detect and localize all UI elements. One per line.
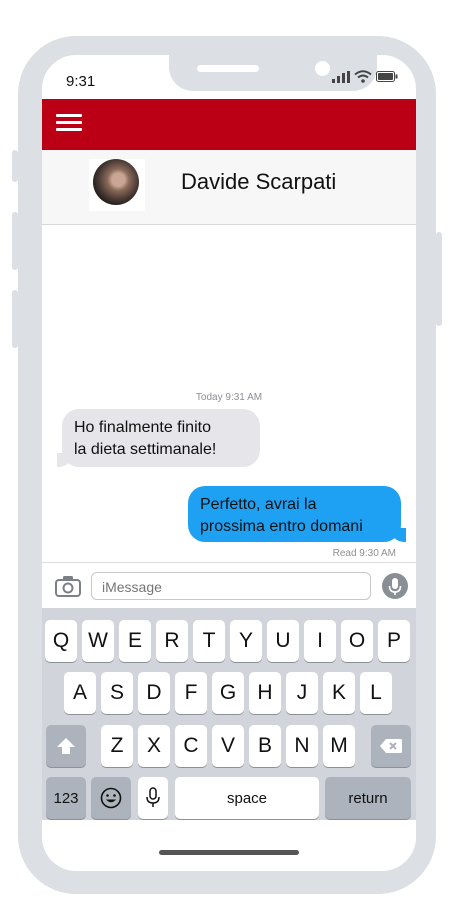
- emoji-key[interactable]: [91, 777, 131, 819]
- read-receipt: Read 9:30 AM: [332, 548, 396, 559]
- microphone-key-icon: [146, 787, 160, 807]
- contact-header: Davide Scarpati: [42, 150, 416, 225]
- power-button: [436, 232, 442, 326]
- key-v[interactable]: V: [212, 725, 244, 767]
- key-r[interactable]: R: [156, 620, 188, 662]
- backspace-icon: [380, 739, 402, 753]
- avatar[interactable]: [93, 159, 139, 205]
- outgoing-message-text: Perfetto, avrai la prossima entro domani: [200, 496, 363, 535]
- message-field[interactable]: [91, 572, 371, 600]
- battery-icon: [376, 71, 398, 82]
- key-k[interactable]: K: [323, 672, 355, 714]
- backspace-key[interactable]: [371, 725, 411, 767]
- key-h[interactable]: H: [249, 672, 281, 714]
- key-a[interactable]: A: [64, 672, 96, 714]
- numbers-key[interactable]: 123: [46, 777, 86, 819]
- dictation-key[interactable]: [138, 777, 168, 819]
- incoming-message-text: Ho finalmente finito la dieta settimanal…: [74, 419, 217, 458]
- shift-icon: [57, 738, 75, 754]
- key-u[interactable]: U: [267, 620, 299, 662]
- home-indicator: [159, 850, 299, 855]
- status-icons: [332, 70, 398, 83]
- key-j[interactable]: J: [286, 672, 318, 714]
- contact-name: Davide Scarpati: [181, 169, 337, 194]
- signal-icon: [332, 70, 350, 83]
- key-y[interactable]: Y: [230, 620, 262, 662]
- menu-icon[interactable]: [56, 114, 82, 134]
- key-p[interactable]: P: [378, 620, 410, 662]
- composer-bar: [42, 562, 416, 609]
- earpiece-speaker: [197, 65, 259, 72]
- key-g[interactable]: G: [212, 672, 244, 714]
- phone-screen: 9:31 Davide Scarpati Today 9:31 AM Ho fi…: [42, 55, 416, 871]
- key-i[interactable]: I: [304, 620, 336, 662]
- return-key[interactable]: return: [325, 777, 411, 819]
- key-w[interactable]: W: [82, 620, 114, 662]
- key-e[interactable]: E: [119, 620, 151, 662]
- thread-timestamp: Today 9:31 AM: [195, 392, 263, 403]
- front-camera: [315, 61, 330, 76]
- key-m[interactable]: M: [323, 725, 355, 767]
- status-time: 9:31: [66, 73, 96, 90]
- key-f[interactable]: F: [175, 672, 207, 714]
- key-t[interactable]: T: [193, 620, 225, 662]
- key-z[interactable]: Z: [101, 725, 133, 767]
- app-bar: [42, 99, 416, 150]
- shift-key[interactable]: [46, 725, 86, 767]
- key-s[interactable]: S: [101, 672, 133, 714]
- outgoing-message-bubble[interactable]: Perfetto, avrai la prossima entro domani: [188, 486, 406, 542]
- key-b[interactable]: B: [249, 725, 281, 767]
- key-l[interactable]: L: [360, 672, 392, 714]
- emoji-icon: [100, 787, 122, 809]
- key-n[interactable]: N: [286, 725, 318, 767]
- key-d[interactable]: D: [138, 672, 170, 714]
- microphone-icon: [388, 578, 402, 595]
- dictation-button[interactable]: [382, 573, 408, 599]
- wifi-icon: [354, 70, 372, 83]
- avatar-container: [89, 159, 145, 211]
- key-o[interactable]: O: [341, 620, 373, 662]
- camera-icon[interactable]: [55, 575, 81, 597]
- message-input[interactable]: [100, 578, 364, 596]
- key-c[interactable]: C: [175, 725, 207, 767]
- space-key[interactable]: space: [175, 777, 319, 819]
- incoming-message-bubble[interactable]: Ho finalmente finito la dieta settimanal…: [57, 409, 260, 467]
- key-q[interactable]: Q: [45, 620, 77, 662]
- key-x[interactable]: X: [138, 725, 170, 767]
- keyboard: 123 space return QWERTYUIOP ASDFGHJKL ZXCV…: [42, 608, 416, 820]
